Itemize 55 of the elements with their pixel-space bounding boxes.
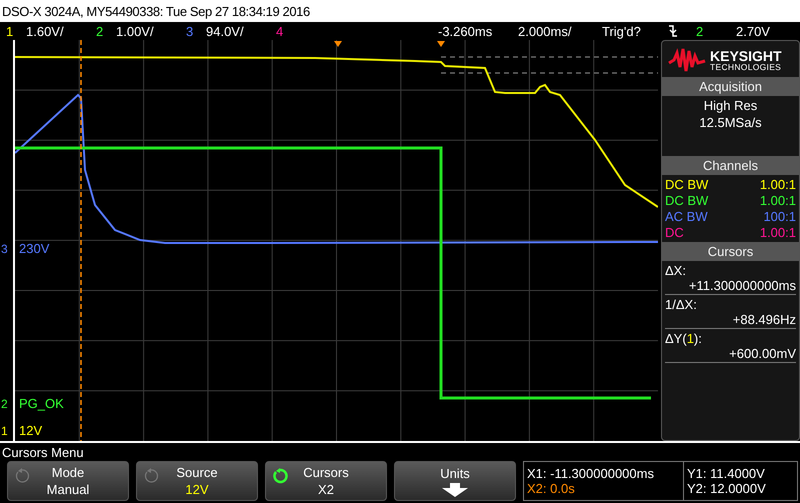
window-title: DSO-X 3024A, MY54490338: Tue Sep 27 18:34:19 2016 (2, 4, 310, 18)
rotate-icon (143, 468, 159, 484)
probe-ratio: 1.00:1 (760, 193, 796, 208)
rotate-icon (272, 468, 288, 484)
softkey-button[interactable]: Mode Manual (7, 461, 129, 501)
rotate-icon (14, 468, 30, 484)
cursor-readout: Y2: 12.0000V (687, 481, 767, 496)
probe-ratio: 1.00:1 (760, 177, 796, 192)
cursor-label: ΔY(1): (665, 331, 703, 346)
trace-label: 230V (19, 242, 50, 256)
channel-scale: 1.60V/ (25, 24, 65, 38)
down-arrow-icon (441, 482, 469, 496)
probe-ratio: 1.00:1 (760, 225, 796, 240)
trigger-source: 2 (696, 24, 704, 38)
section-header: Cursors (662, 242, 799, 261)
channel-scale: 1.00V/ (115, 24, 155, 38)
softkey-button[interactable]: Units (394, 461, 516, 501)
acquisition-text: 12.5MSa/s (699, 115, 762, 130)
channel-marker: 3 (1, 242, 8, 256)
falling-edge-icon (668, 25, 678, 37)
logo-subtitle: TECHNOLOGIES (710, 62, 782, 72)
cursor-label: ΔX: (665, 263, 687, 278)
channel-marker: 2 (1, 397, 8, 411)
channel-marker: 1 (1, 424, 8, 438)
cursor-readout: Y1: 11.4000V (687, 466, 766, 481)
channel-number[interactable]: 1 (6, 24, 20, 38)
trace-label: 12V (19, 424, 42, 438)
cursor-label: 1/ΔX: (665, 297, 698, 312)
channel-number[interactable]: 4 (276, 24, 290, 38)
cursor-value: +600.00mV (729, 346, 796, 361)
section-header: Channels (662, 156, 799, 175)
softkey-button[interactable]: Source 12V (136, 461, 258, 501)
channel-coupling: DC (665, 225, 684, 240)
channel-coupling: DC BW (665, 177, 708, 192)
channel-number[interactable]: 2 (96, 24, 110, 38)
channel-coupling: AC BW (665, 209, 708, 224)
timebase-readout: 2.000ms/ (518, 24, 572, 38)
logo-name: KEYSIGHT (710, 48, 782, 63)
acquisition-text: High Res (704, 98, 758, 113)
channel-coupling: DC BW (665, 193, 708, 208)
cursor-readout: X1: -11.300000000ms (527, 466, 655, 481)
menu-title: Cursors Menu (2, 444, 84, 460)
probe-ratio: 100:1 (763, 209, 796, 224)
channel-scale: 94.0V/ (205, 24, 245, 38)
trace-label: PG_OK (19, 397, 64, 411)
cursor-readout: X2: 0.0s (527, 481, 576, 496)
trigger-status: Trig'd? (602, 24, 642, 38)
section-header: Acquisition (662, 77, 799, 96)
channel-number[interactable]: 3 (186, 24, 200, 38)
trigger-level: 2.70V (736, 24, 770, 38)
softkey-button[interactable]: Cursors X2 (265, 461, 387, 501)
wave-logo-icon (668, 47, 706, 73)
cursor-value: +11.300000000ms (688, 278, 796, 293)
delay-readout: -3.260ms (438, 24, 494, 38)
cursor-value: +88.496Hz (732, 312, 796, 327)
